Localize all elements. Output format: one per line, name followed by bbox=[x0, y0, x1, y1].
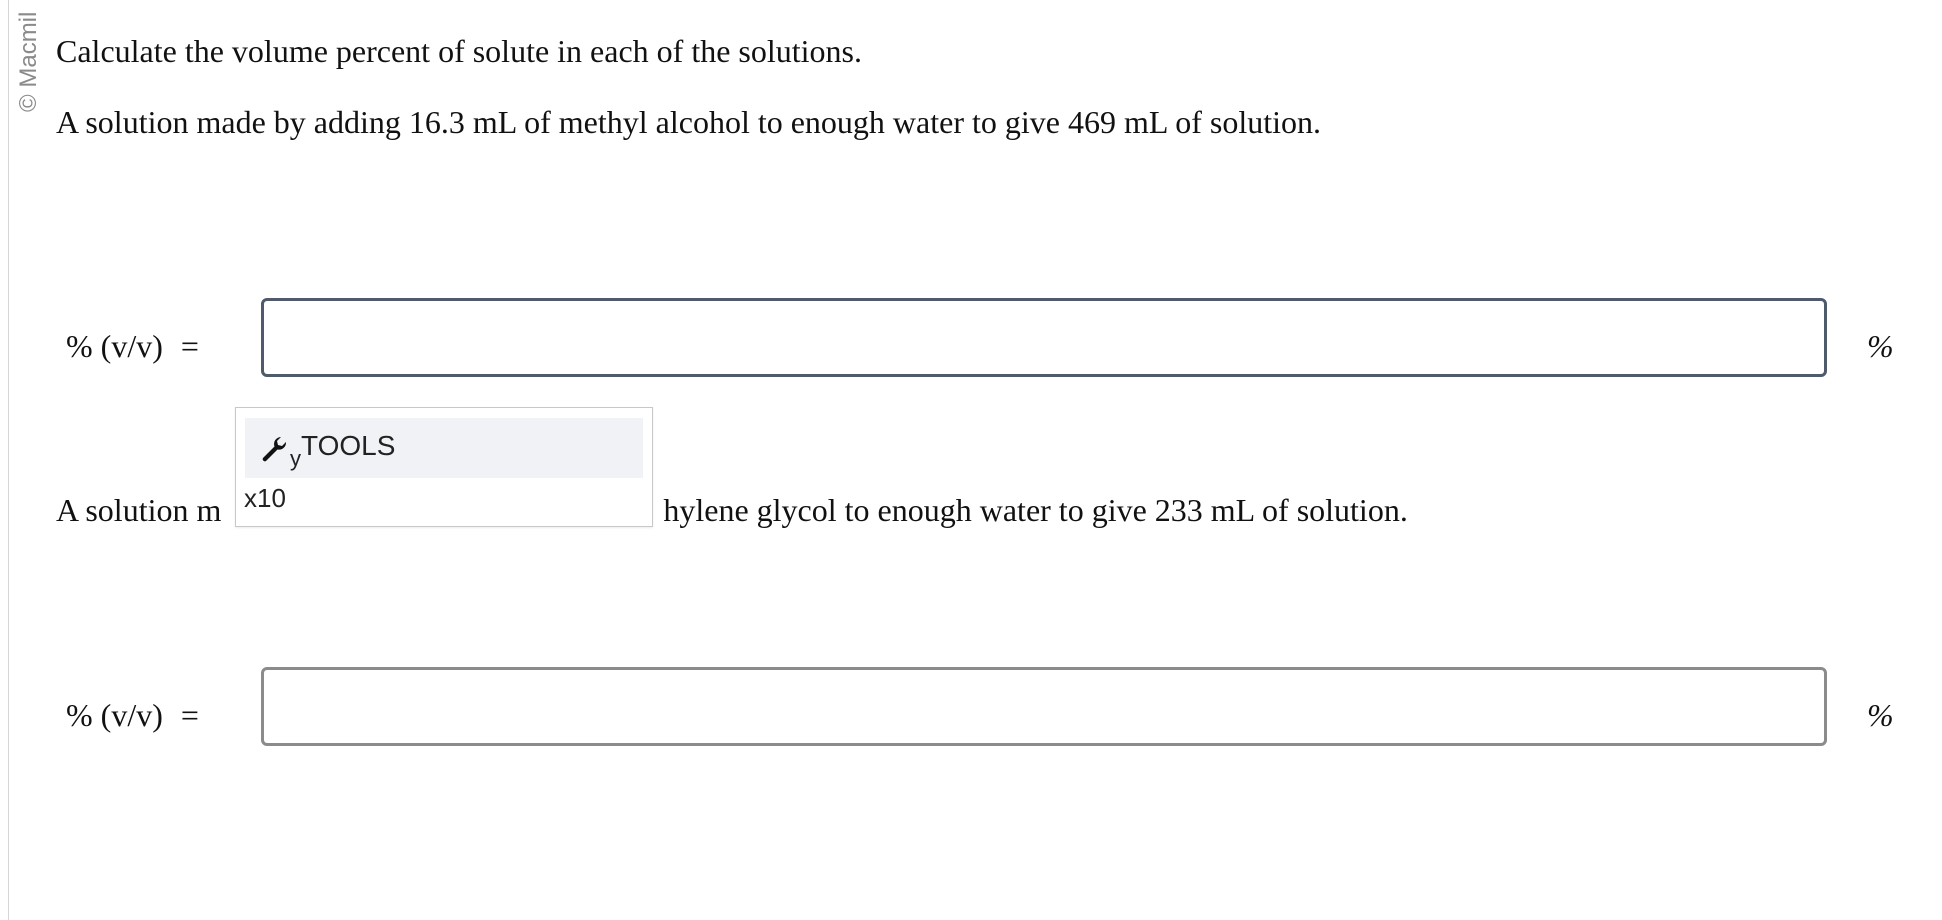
answer-1-input[interactable] bbox=[261, 298, 1827, 377]
copyright-notice: © Macmil bbox=[15, 11, 42, 112]
answer-2-input[interactable] bbox=[261, 667, 1827, 746]
question-part-2-end: hylene glycol to enough water to give 23… bbox=[663, 492, 1408, 528]
answer-2-label-text: % (v/v) bbox=[66, 697, 163, 733]
question-intro: Calculate the volume percent of solute i… bbox=[56, 33, 862, 69]
page: © Macmil Calculate the volume percent of… bbox=[0, 0, 1942, 920]
tools-label: TOOLS bbox=[301, 430, 396, 461]
tools-popup: y TOOLS x10 bbox=[235, 407, 653, 527]
tools-subscript: y bbox=[290, 446, 301, 471]
answer-2-unit: % bbox=[1867, 697, 1894, 733]
wrench-icon bbox=[259, 434, 289, 464]
answer-1-label-text: % (v/v) bbox=[66, 328, 163, 364]
answer-1-label: % (v/v) = bbox=[66, 326, 199, 366]
answer-1-equals: = bbox=[180, 328, 199, 364]
answer-2-label: % (v/v) = bbox=[66, 695, 199, 735]
answer-2-equals: = bbox=[180, 697, 199, 733]
question-part-2-start: A solution m bbox=[56, 492, 222, 528]
question-part-1: A solution made by adding 16.3 mL of met… bbox=[56, 104, 1321, 140]
times-ten-button[interactable]: x10 bbox=[244, 482, 286, 514]
tools-button[interactable]: y TOOLS bbox=[245, 418, 643, 478]
answer-1-unit: % bbox=[1867, 328, 1894, 364]
left-divider bbox=[8, 0, 9, 920]
